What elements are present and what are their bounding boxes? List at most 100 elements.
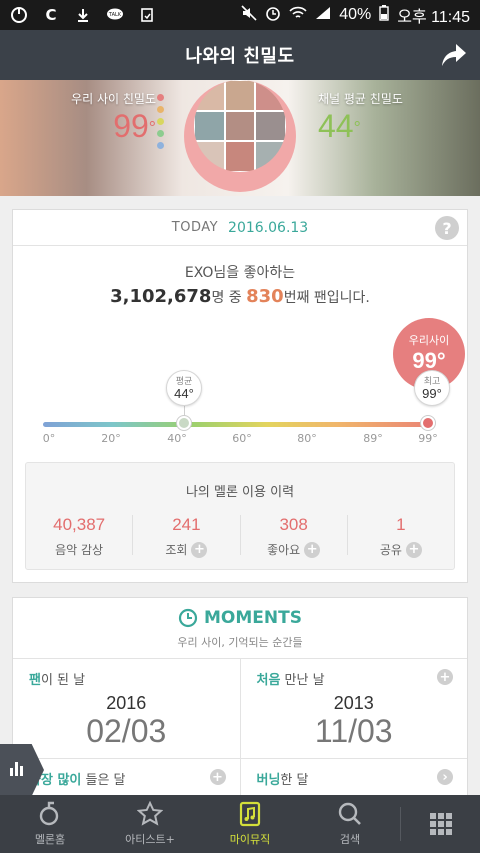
tick-label: 60° [232, 432, 252, 445]
app-header: 나와의 친밀도 [0, 30, 480, 80]
signal-icon [315, 6, 331, 24]
max-pin-value: 99° [422, 386, 442, 401]
usage-history-title: 나의 멜론 이용 이력 [185, 485, 295, 500]
fan-rank-text: 3,102,678명 중 830번째 팬입니다. [13, 286, 467, 307]
today-date: 2016.06.13 [228, 219, 309, 236]
svg-text:TALK: TALK [108, 12, 122, 18]
page-title: 나와의 친밀도 [185, 46, 295, 67]
fan-day-cell[interactable]: 팬이 된 날 2016 02/03 [13, 659, 241, 758]
status-bar: C TALK 40% 오후 11:45 [0, 0, 480, 30]
moments-card: MOMENTS 우리 사이, 기억되는 순간들 팬이 된 날 2016 02/0… [12, 597, 468, 799]
stat-label: 음악 감상 [55, 543, 104, 557]
moments-subtitle: 우리 사이, 기억되는 순간들 [177, 636, 303, 649]
wifi-icon [289, 6, 307, 24]
shares-plus-button[interactable]: + [405, 541, 422, 558]
moments-row: 팬이 된 날 2016 02/03 처음 만난 날 + 2013 11/03 [13, 658, 467, 758]
stat-label: 좋아요 [267, 543, 301, 557]
most-listened-cell[interactable]: 가장 많이 들은 달 + [13, 759, 241, 799]
nav-menu[interactable] [401, 795, 480, 853]
artist-photo-circle[interactable] [184, 80, 296, 192]
intimacy-gauge-bar [43, 422, 429, 427]
channel-intimacy-value: 44° [318, 108, 361, 144]
first-met-year: 2013 [333, 693, 374, 713]
fan-day-year: 2016 [106, 693, 147, 713]
star-icon [137, 801, 163, 826]
clock-icon [178, 608, 198, 628]
mute-icon [241, 5, 257, 25]
c-app-icon: C [45, 6, 57, 24]
first-met-date: 11/03 [314, 713, 393, 749]
bottom-navigation: 멜론홈 아티스트+ 마이뮤직 검색 [0, 795, 480, 853]
moments-row-2: 가장 많이 들은 달 + 버닝한 달 › [13, 758, 468, 799]
fan-rank: 830 [246, 286, 284, 307]
nav-artist-plus[interactable]: 아티스트+ [100, 795, 200, 853]
our-gauge-label: 우리사이 [408, 334, 450, 347]
nav-my-music[interactable]: 마이뮤직 [200, 795, 300, 853]
battery-icon [379, 5, 389, 25]
today-label: TODAY [171, 220, 219, 235]
share-icon [442, 44, 466, 66]
tick-label: 40° [167, 432, 187, 445]
our-intimacy-label: 우리 사이 친밀도 [71, 92, 156, 106]
tick-label: 99° [418, 432, 438, 445]
first-met-cell[interactable]: 처음 만난 날 + 2013 11/03 [241, 659, 468, 758]
burning-heading: 버닝한 달 [256, 773, 309, 788]
likes-plus-button[interactable]: + [304, 541, 321, 558]
moments-title: MOMENTS [13, 608, 467, 628]
melon-app-icon [10, 6, 28, 24]
nav-search[interactable]: 검색 [300, 795, 400, 853]
most-listened-plus-button[interactable]: + [209, 769, 226, 785]
tick-label: 80° [297, 432, 317, 445]
first-met-heading: 처음 만난 날 [256, 673, 325, 688]
clock: 오후 11:45 [397, 9, 470, 26]
today-card: TODAY 2016.06.13 ? EXO님을 좋아하는 3,102,678명… [12, 209, 468, 583]
burning-cell[interactable]: 버닝한 달 › [241, 759, 468, 799]
views-plus-button[interactable]: + [191, 541, 208, 558]
burning-more-button[interactable]: › [437, 769, 453, 785]
stat-value: 1 [396, 515, 406, 534]
fan-total: 3,102,678 [110, 286, 212, 307]
our-marker [421, 416, 435, 430]
tick-label: 0° [42, 432, 56, 445]
fan-rank-suffix: 번째 팬입니다. [283, 290, 370, 306]
alarm-icon [265, 5, 281, 25]
color-dots [157, 94, 164, 149]
help-button[interactable]: ? [435, 216, 459, 240]
artist-photo-grid [194, 80, 286, 172]
stat-shares: 1 공유 + [348, 515, 454, 558]
fan-day-heading: 팬이 된 날 [29, 673, 86, 688]
clipboard-icon [138, 6, 156, 24]
grid-menu-icon [429, 813, 452, 835]
share-button[interactable] [440, 42, 468, 68]
our-intimacy-value: 99° [113, 108, 156, 144]
nav-label: 마이뮤직 [229, 833, 271, 846]
max-pin: 최고 99° [414, 370, 450, 406]
usage-history: 나의 멜론 이용 이력 40,387 음악 감상 241 조회 + 308 좋아요… [25, 462, 455, 570]
average-pin: 평균 44° [166, 370, 202, 406]
channel-intimacy: 채널 평균 친밀도 44° [318, 90, 428, 145]
battery-percent: 40% [339, 6, 372, 23]
melon-home-icon [39, 801, 59, 826]
fan-day-date: 02/03 [86, 713, 167, 749]
channel-intimacy-label: 채널 평균 친밀도 [318, 92, 403, 106]
nav-label: 아티스트+ [125, 833, 175, 846]
nav-melon-home[interactable]: 멜론홈 [0, 795, 100, 853]
usage-stats: 40,387 음악 감상 241 조회 + 308 좋아요 + 1 공유 + [26, 515, 454, 558]
talk-icon: TALK [106, 6, 124, 24]
my-music-icon [239, 801, 261, 827]
stat-label: 조회 [165, 543, 188, 557]
stat-listen: 40,387 음악 감상 [26, 515, 134, 557]
nav-label: 멜론홈 [34, 833, 66, 846]
average-pin-value: 44° [174, 386, 194, 401]
search-icon [338, 802, 361, 825]
stat-likes: 308 좋아요 + [241, 515, 348, 558]
nav-label: 검색 [339, 833, 361, 846]
most-listened-heading: 가장 많이 들은 달 [29, 773, 126, 788]
stat-views: 241 조회 + [133, 515, 241, 558]
stat-value: 241 [172, 515, 201, 534]
download-icon [74, 6, 92, 24]
our-intimacy: 우리 사이 친밀도 99° [60, 90, 156, 145]
stat-value: 40,387 [53, 515, 106, 534]
first-met-plus-button[interactable]: + [437, 669, 453, 685]
bar-chart-icon [10, 762, 26, 776]
